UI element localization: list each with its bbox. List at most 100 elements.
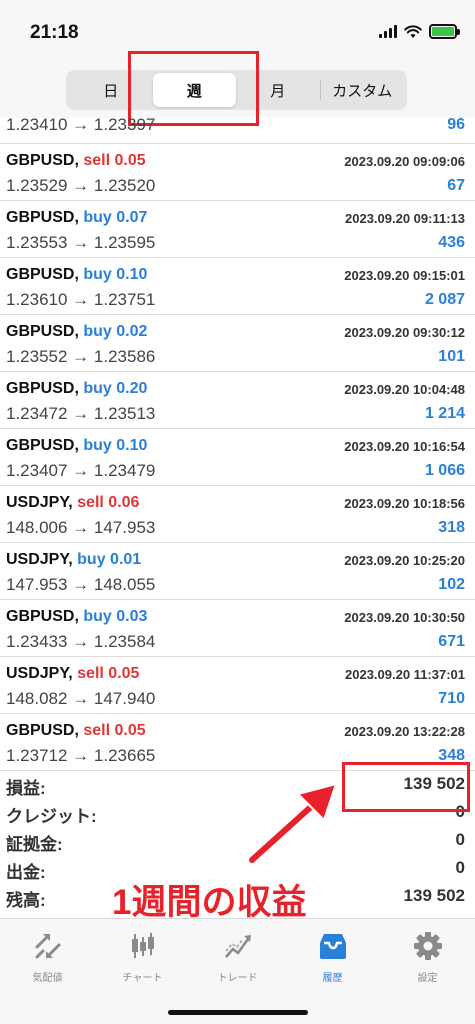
trade-symbol: GBPUSD, <box>6 323 79 340</box>
trade-time: 2023.09.20 10:30:50 <box>344 610 465 625</box>
trade-side: sell 0.05 <box>83 722 146 739</box>
trade-row[interactable]: USDJPY, sell 0.06 2023.09.20 10:18:56 148… <box>0 486 475 543</box>
trade-time: 2023.09.20 09:15:01 <box>344 268 465 283</box>
trade-prices: 1.23712 → 1.23665 <box>6 746 156 765</box>
tab-chart[interactable]: チャート <box>95 919 190 1024</box>
balance-label: 残高: <box>6 891 46 910</box>
trade-prices: 1.23553 → 1.23595 <box>6 233 156 252</box>
trade-symbol: GBPUSD, <box>6 722 79 739</box>
trade-side: buy 0.10 <box>83 266 148 283</box>
wifi-icon <box>404 24 422 38</box>
trade-profit: 318 <box>438 519 465 536</box>
gear-icon <box>413 932 442 960</box>
trade-time: 2023.09.20 10:16:54 <box>344 439 465 454</box>
annotation-arrow-icon <box>246 782 338 866</box>
trade-prices: 1.23472 → 1.23513 <box>6 404 156 423</box>
tab-quotes[interactable]: 気配値 <box>0 919 95 1024</box>
trade-row[interactable]: GBPUSD, sell 0.05 2023.09.20 09:09:06 1.2… <box>0 144 475 201</box>
trade-profit: 67 <box>447 177 465 194</box>
trade-row[interactable]: GBPUSD, buy 0.03 2023.09.20 10:30:50 1.23… <box>0 600 475 657</box>
period-tab-custom[interactable]: カスタム <box>321 73 405 107</box>
tab-label: トレード <box>217 973 258 984</box>
withdrawal-value: 0 <box>455 858 465 877</box>
trade-time: 2023.09.20 13:22:28 <box>344 724 465 739</box>
status-time: 21:18 <box>30 22 79 43</box>
trade-profit: 1 214 <box>424 405 465 422</box>
trade-profit: 2 087 <box>424 291 465 308</box>
trade-side: buy 0.01 <box>77 551 142 568</box>
trade-symbol: USDJPY, <box>6 665 73 682</box>
tab-label: 設定 <box>417 973 438 984</box>
trade-time: 2023.09.20 09:30:12 <box>344 325 465 340</box>
credit-label: クレジット: <box>6 807 97 826</box>
trade-icon <box>224 935 251 958</box>
history-icon <box>319 934 346 959</box>
balance-value: 139 502 <box>403 886 465 905</box>
home-indicator <box>168 1010 308 1015</box>
trade-profit: 1 066 <box>424 462 465 479</box>
tab-trade[interactable]: トレード <box>190 919 285 1024</box>
trade-row[interactable]: USDJPY, sell 0.05 2023.09.20 11:37:01 148… <box>0 657 475 714</box>
trade-symbol: USDJPY, <box>6 551 73 568</box>
trade-side: buy 0.03 <box>83 608 148 625</box>
chart-icon <box>131 933 154 958</box>
trade-time: 2023.09.20 11:37:01 <box>345 667 465 682</box>
tab-label: 気配値 <box>32 973 63 984</box>
trade-prices: 1.23407 → 1.23479 <box>6 461 156 480</box>
trade-row[interactable]: GBPUSD, buy 0.02 2023.09.20 09:30:12 1.23… <box>0 315 475 372</box>
trade-row[interactable]: GBPUSD, buy 0.07 2023.09.20 09:11:13 1.23… <box>0 201 475 258</box>
trade-row[interactable]: GBPUSD, buy 0.10 2023.09.20 10:16:54 1.23… <box>0 429 475 486</box>
summary-row-deposit: 証拠金: 0 <box>0 826 475 854</box>
trade-row[interactable]: USDJPY, buy 0.01 2023.09.20 10:25:20 147.… <box>0 543 475 600</box>
trade-symbol: GBPUSD, <box>6 437 79 454</box>
trade-symbol: USDJPY, <box>6 494 73 511</box>
trade-profit: 710 <box>438 690 465 707</box>
trade-side: buy 0.20 <box>83 380 148 397</box>
trade-row[interactable]: 1.23410 → 1.23397 96 <box>0 118 475 144</box>
trade-prices: 1.23529 → 1.23520 <box>6 176 156 195</box>
trade-prices: 1.23410 → 1.23397 <box>6 118 156 134</box>
quotes-icon <box>35 934 60 959</box>
tab-label: チャート <box>122 973 163 984</box>
tab-settings[interactable]: 設定 <box>380 919 475 1024</box>
trade-profit: 102 <box>438 576 465 593</box>
deposit-value: 0 <box>455 830 465 849</box>
trade-time: 2023.09.20 09:11:13 <box>345 211 465 226</box>
trade-prices: 1.23610 → 1.23751 <box>6 290 156 309</box>
trade-side: sell 0.05 <box>83 152 146 169</box>
trade-prices: 1.23433 → 1.23584 <box>6 632 156 651</box>
trade-prices: 148.082 → 147.940 <box>6 689 156 708</box>
profit-label: 損益: <box>6 779 46 798</box>
tab-history[interactable]: 履歴 <box>285 919 380 1024</box>
trade-symbol: GBPUSD, <box>6 152 79 169</box>
profit-highlight-box <box>342 762 470 812</box>
trade-side: buy 0.02 <box>83 323 148 340</box>
trade-side: sell 0.05 <box>77 665 140 682</box>
trade-time: 2023.09.20 09:09:06 <box>344 154 465 169</box>
trade-prices: 148.006 → 147.953 <box>6 518 156 537</box>
week-tab-highlight-box <box>128 51 259 126</box>
trade-symbol: GBPUSD, <box>6 266 79 283</box>
trade-history-list: 1.23410 → 1.23397 96 GBPUSD, sell 0.05 20… <box>0 118 475 771</box>
trade-profit: 96 <box>447 118 465 133</box>
trade-symbol: GBPUSD, <box>6 209 79 226</box>
trade-row[interactable]: GBPUSD, buy 0.20 2023.09.20 10:04:48 1.23… <box>0 372 475 429</box>
trade-time: 2023.09.20 10:25:20 <box>344 553 465 568</box>
trade-profit: 671 <box>438 633 465 650</box>
trade-profit: 101 <box>438 348 465 365</box>
trade-side: buy 0.07 <box>83 209 148 226</box>
trade-prices: 147.953 → 148.055 <box>6 575 156 594</box>
trade-side: buy 0.10 <box>83 437 148 454</box>
trade-prices: 1.23552 → 1.23586 <box>6 347 156 366</box>
trade-row[interactable]: GBPUSD, buy 0.10 2023.09.20 09:15:01 1.23… <box>0 258 475 315</box>
tab-label: 履歴 <box>322 973 343 984</box>
trade-symbol: GBPUSD, <box>6 608 79 625</box>
status-icons <box>379 24 460 39</box>
battery-icon <box>429 24 460 39</box>
withdrawal-label: 出金: <box>6 863 46 882</box>
trade-symbol: GBPUSD, <box>6 380 79 397</box>
trade-time: 2023.09.20 10:18:56 <box>344 496 465 511</box>
signal-icon <box>379 25 397 38</box>
bottom-tab-bar: 気配値 チャート トレード 履歴 設定 <box>0 918 475 1024</box>
trade-time: 2023.09.20 10:04:48 <box>344 382 465 397</box>
